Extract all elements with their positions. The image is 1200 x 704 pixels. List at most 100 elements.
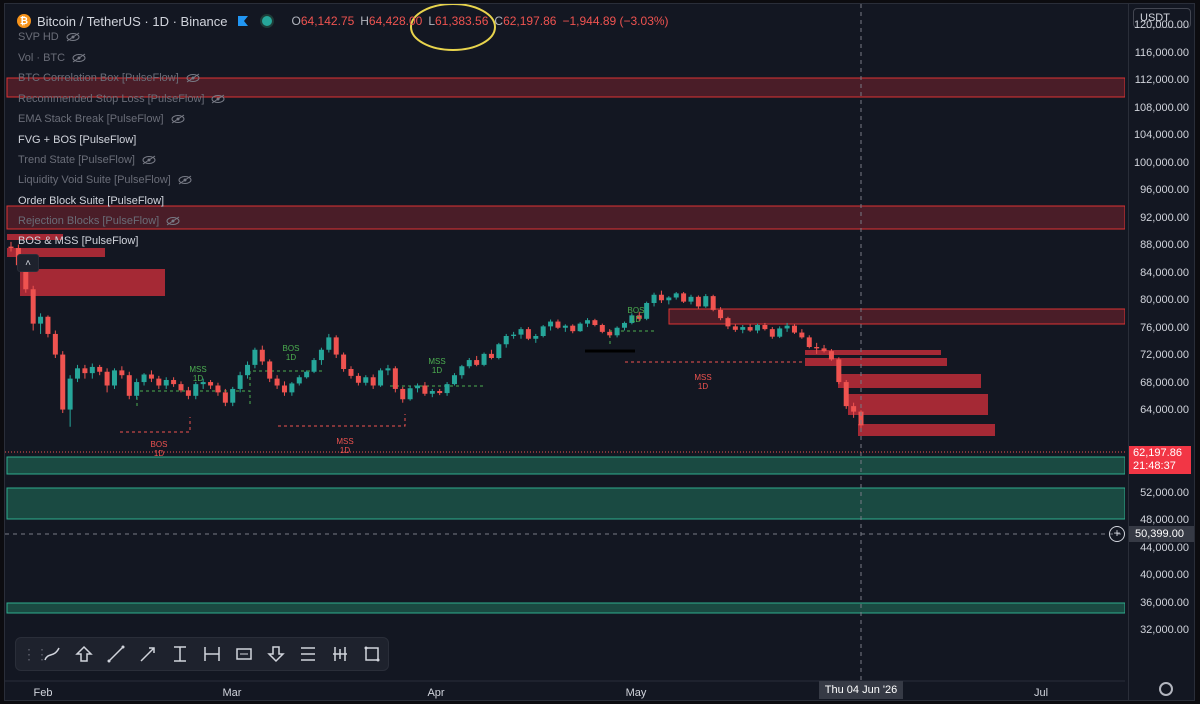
- candle-body: [259, 349, 265, 362]
- eye-hidden-icon[interactable]: [72, 53, 86, 63]
- price-tick: 108,000.00: [1133, 101, 1189, 114]
- price-tick: 32,000.00: [1140, 624, 1189, 636]
- annotation-text: MSS: [694, 373, 711, 382]
- indicator-row[interactable]: FVG + BOS [PulseFlow]: [18, 132, 136, 148]
- candle-body: [355, 375, 361, 383]
- indicator-row[interactable]: BOS & MSS [PulseFlow]: [18, 233, 138, 249]
- indicator-row[interactable]: Recommended Stop Loss [PulseFlow]: [18, 91, 225, 107]
- candle-body: [769, 329, 775, 337]
- annotation-text: MSS: [428, 357, 445, 366]
- price-tick: 40,000.00: [1140, 569, 1189, 581]
- time-label: May: [625, 687, 647, 699]
- candle-body: [555, 321, 561, 328]
- candle-body: [126, 375, 132, 396]
- arrow-down-icon[interactable]: [264, 642, 288, 666]
- indicator-row[interactable]: EMA Stack Break [PulseFlow]: [18, 111, 185, 127]
- indicator-row[interactable]: Vol · BTC: [18, 50, 86, 66]
- order-block: [805, 358, 947, 366]
- candle-body: [348, 369, 354, 376]
- eye-hidden-icon[interactable]: [142, 155, 156, 165]
- candle-body: [245, 364, 251, 376]
- candle-body: [525, 329, 531, 339]
- candle-body: [496, 344, 502, 358]
- arrow-up-icon[interactable]: [72, 642, 96, 666]
- candle-body: [156, 378, 162, 386]
- candle-body: [304, 371, 310, 378]
- zones: [6, 77, 1125, 614]
- candle-body: [644, 303, 650, 319]
- candle-body: [503, 336, 509, 345]
- candle-body: [415, 385, 421, 389]
- eye-hidden-icon[interactable]: [186, 73, 200, 83]
- candle-body: [562, 325, 568, 328]
- candle-body: [695, 296, 701, 307]
- candle-body: [60, 354, 66, 410]
- annotation-text: MSS: [336, 437, 353, 446]
- ohlc-high-value: 64,428.00: [368, 14, 423, 28]
- candle-body: [651, 294, 657, 303]
- measure-icon[interactable]: [200, 642, 224, 666]
- candle-body: [82, 368, 88, 374]
- annotation-text: 1D: [432, 366, 442, 375]
- candle-body: [326, 337, 332, 350]
- candle-body: [592, 320, 598, 325]
- drag-handle-icon[interactable]: ⋮⋮: [22, 647, 49, 661]
- chart-canvas[interactable]: BOS 1D MSS 1D BOS 1D MSS 1D MSS 1D BOS 1…: [5, 4, 1125, 701]
- candle-body: [311, 360, 317, 372]
- annotation-labels: BOS 1D MSS 1D BOS 1D MSS 1D MSS 1D BOS 1…: [151, 306, 712, 458]
- price-tick: 48,000.00: [1140, 514, 1189, 526]
- candle-body: [821, 348, 827, 352]
- ohlc-values: O 64,142.75 H 64,428.00 L 61,383.56 C 62,197…: [286, 14, 669, 28]
- indicator-row[interactable]: Rejection Blocks [PulseFlow]: [18, 213, 180, 229]
- candle-body: [30, 289, 36, 324]
- candle-body: [222, 392, 228, 403]
- price-range-icon[interactable]: [296, 642, 320, 666]
- candle-body: [540, 326, 546, 336]
- order-block: [838, 374, 981, 388]
- eye-hidden-icon[interactable]: [66, 32, 80, 42]
- flag-icon[interactable]: [237, 16, 248, 26]
- trend-line-icon[interactable]: [104, 642, 128, 666]
- indicator-row[interactable]: Order Block Suite [PulseFlow]: [18, 193, 164, 209]
- candle-body: [474, 360, 480, 365]
- indicator-row[interactable]: BTC Correlation Box [PulseFlow]: [18, 70, 200, 86]
- chart-panel[interactable]: BOS 1D MSS 1D BOS 1D MSS 1D MSS 1D BOS 1…: [4, 3, 1195, 701]
- anchored-vwap-icon[interactable]: [328, 642, 352, 666]
- candle-body: [658, 294, 664, 301]
- candle-body: [119, 370, 125, 376]
- price-axis[interactable]: USDT 120,000.00 116,000.00 112,000.00 108,0…: [1128, 4, 1194, 700]
- candle-body: [488, 353, 494, 358]
- eye-hidden-icon[interactable]: [171, 114, 185, 124]
- candle-body: [762, 325, 768, 330]
- rectangle-icon[interactable]: [360, 642, 384, 666]
- ohlc-close-label: C: [494, 14, 504, 28]
- price-tick: 44,000.00: [1140, 541, 1189, 554]
- candle-body: [799, 332, 805, 338]
- arrow-line-icon[interactable]: [136, 642, 160, 666]
- crosshair-date-label: Thu 04 Jun '26: [819, 681, 903, 699]
- annotation-text: 1D: [631, 315, 641, 324]
- add-alert-icon[interactable]: +: [1109, 526, 1125, 542]
- brush-icon[interactable]: [40, 642, 64, 666]
- last-price-value: 62,197.86: [1133, 447, 1182, 459]
- candle-body: [148, 374, 154, 379]
- collapse-legend-button[interactable]: ˄: [17, 254, 39, 272]
- candle-body: [52, 333, 58, 355]
- candle-body: [570, 325, 576, 332]
- candle-body: [252, 349, 258, 365]
- price-tick: 52,000.00: [1140, 486, 1189, 499]
- long-position-icon[interactable]: [168, 642, 192, 666]
- label-icon[interactable]: [232, 642, 256, 666]
- ohlc-low-value: 61,383.56: [435, 14, 489, 28]
- eye-hidden-icon[interactable]: [166, 216, 180, 226]
- indicator-row[interactable]: Trend State [PulseFlow]: [18, 152, 156, 168]
- indicator-row[interactable]: Liquidity Void Suite [PulseFlow]: [18, 172, 192, 188]
- symbol-title[interactable]: Bitcoin / TetherUS · 1D · Binance: [37, 14, 228, 29]
- annotation-text: 1D: [193, 374, 203, 383]
- eye-hidden-icon[interactable]: [211, 94, 225, 104]
- candle-body: [511, 334, 517, 336]
- ohlc-close-value: 62,197.86: [503, 14, 557, 28]
- eye-hidden-icon[interactable]: [178, 175, 192, 185]
- indicator-row[interactable]: SVP HD: [18, 29, 80, 45]
- settings-icon[interactable]: [1159, 682, 1173, 696]
